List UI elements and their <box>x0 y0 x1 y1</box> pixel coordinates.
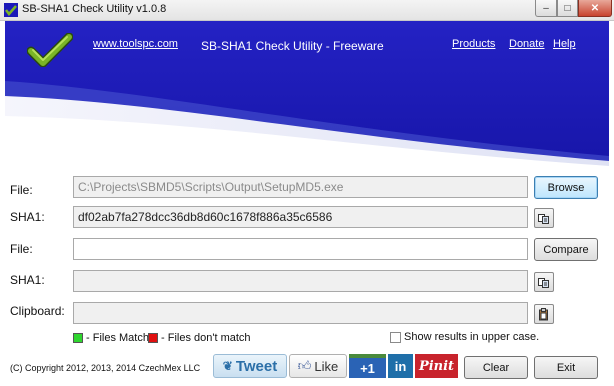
exit-button[interactable]: Exit <box>534 356 598 379</box>
linkedin-button[interactable]: in <box>388 354 413 378</box>
copy-sha1-2-button[interactable] <box>534 272 554 292</box>
thumbs-up-icon: 👍︎ <box>297 358 312 373</box>
pinterest-button[interactable]: Pinit <box>415 354 458 378</box>
copy-sha1-1-button[interactable] <box>534 208 554 228</box>
header-title: SB-SHA1 Check Utility - Freeware <box>201 39 384 53</box>
checkmark-icon <box>27 33 73 67</box>
sha1-1-label: SHA1: <box>10 210 45 224</box>
app-icon <box>4 3 18 17</box>
paste-clipboard-button[interactable] <box>534 304 554 324</box>
products-link[interactable]: Products <box>452 38 495 50</box>
copyright-text: (C) Copyright 2012, 2013, 2014 CzechMex … <box>10 363 201 373</box>
help-link[interactable]: Help <box>553 38 576 50</box>
sha1-1-field[interactable]: df02ab7fa278dcc36db8d60c1678f886a35c6586 <box>73 206 528 228</box>
paste-icon <box>539 307 548 320</box>
clear-button[interactable]: Clear <box>464 356 528 379</box>
files-match-legend: - Files Match <box>86 332 149 344</box>
clipboard-label: Clipboard: <box>10 304 65 318</box>
donate-link[interactable]: Donate <box>509 38 544 50</box>
uppercase-checkbox[interactable] <box>390 332 401 343</box>
window-title: SB-SHA1 Check Utility v1.0.8 <box>22 3 167 15</box>
match-swatch <box>73 333 83 343</box>
file2-path-field[interactable] <box>73 238 528 260</box>
copy-icon <box>538 214 549 224</box>
browse-button[interactable]: Browse <box>534 176 598 199</box>
file1-path-field[interactable]: C:\Projects\SBMD5\Scripts\Output\SetupMD… <box>73 176 528 198</box>
website-link[interactable]: www.toolspc.com <box>93 38 178 50</box>
compare-button[interactable]: Compare <box>534 238 598 261</box>
tweet-button[interactable]: ❦ Tweet <box>213 354 287 378</box>
files-dont-match-legend: - Files don't match <box>161 332 251 344</box>
file1-label: File: <box>10 183 33 197</box>
maximize-button[interactable]: □ <box>557 0 578 17</box>
close-button[interactable]: ✕ <box>578 0 612 17</box>
google-plus-one-button[interactable]: +1 <box>349 354 386 378</box>
minimize-button[interactable]: – <box>535 0 557 17</box>
nomatch-swatch <box>148 333 158 343</box>
header-banner: www.toolspc.com SB-SHA1 Check Utility - … <box>5 21 609 168</box>
copy-icon <box>538 278 549 288</box>
file2-label: File: <box>10 242 33 256</box>
facebook-like-button[interactable]: 👍︎ Like <box>289 354 347 378</box>
tweet-label: Tweet <box>235 357 278 375</box>
twitter-bird-icon: ❦ <box>222 359 233 373</box>
like-label: Like <box>314 358 339 374</box>
sha1-2-field[interactable] <box>73 270 528 292</box>
sha1-2-label: SHA1: <box>10 273 45 287</box>
title-bar: SB-SHA1 Check Utility v1.0.8 – □ ✕ <box>0 0 614 21</box>
uppercase-checkbox-label[interactable]: Show results in upper case. <box>404 331 539 343</box>
clipboard-field[interactable] <box>73 302 528 324</box>
